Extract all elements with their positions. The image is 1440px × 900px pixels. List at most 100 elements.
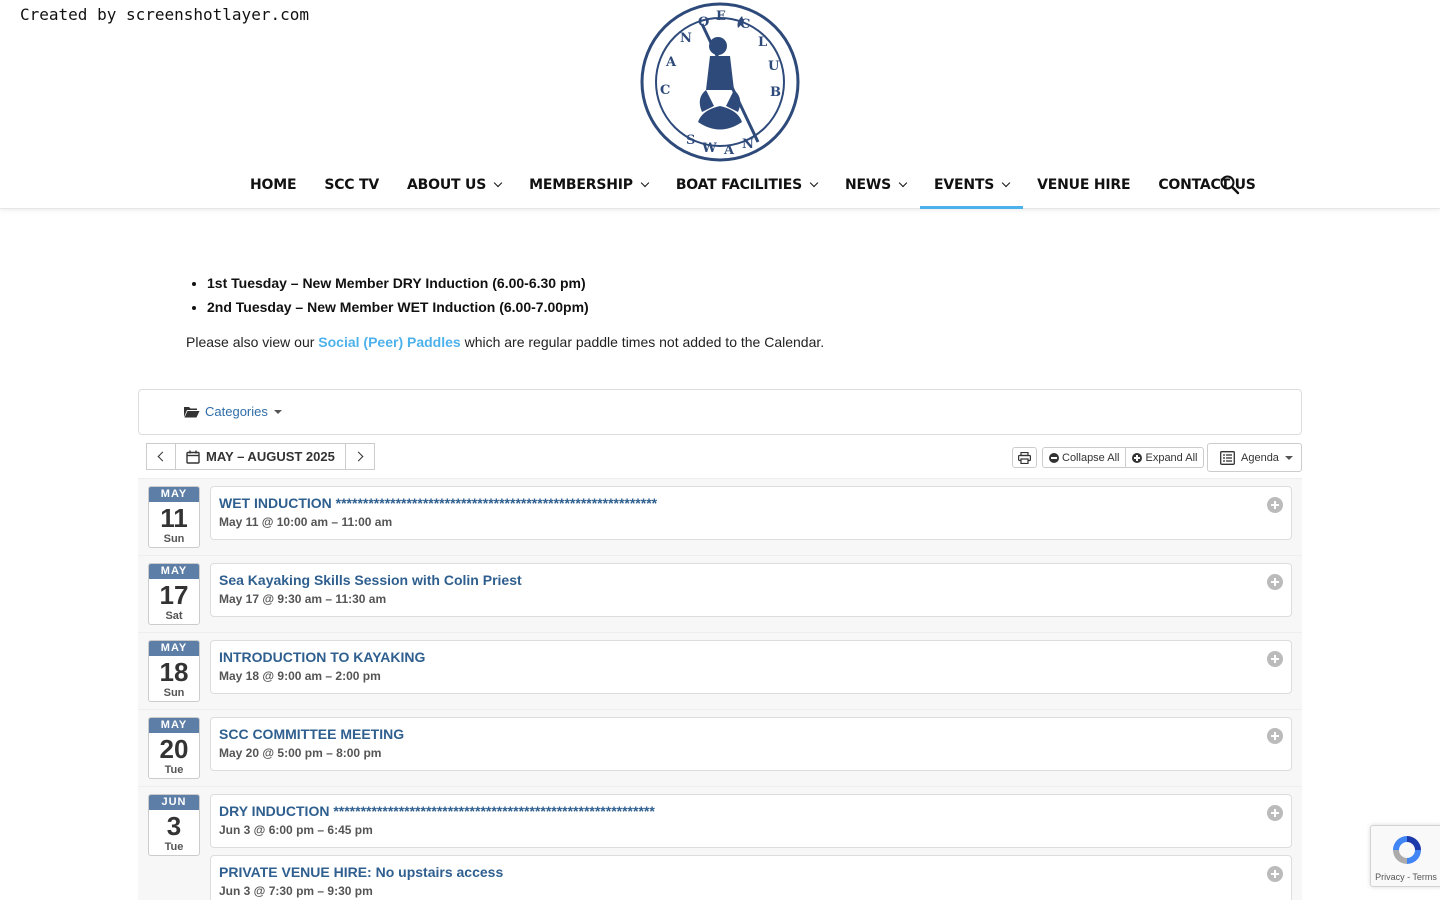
agenda-day: MAY 20 Tue SCC COMMITTEE MEETING May 20 … <box>138 709 1302 786</box>
agenda-day: MAY 17 Sat Sea Kayaking Skills Session w… <box>138 555 1302 632</box>
svg-text:C: C <box>660 83 670 98</box>
date-month: MAY <box>149 718 199 733</box>
event-card[interactable]: Sea Kayaking Skills Session with Colin P… <box>210 563 1292 617</box>
event-time: May 18 @ 9:00 am – 2:00 pm <box>219 669 381 683</box>
svg-text:N: N <box>742 137 754 152</box>
date-badge: MAY 20 Tue <box>148 717 200 779</box>
event-card[interactable]: PRIVATE VENUE HIRE: No upstairs access J… <box>210 855 1292 900</box>
expand-event-icon[interactable] <box>1267 805 1283 821</box>
event-title[interactable]: PRIVATE VENUE HIRE: No upstairs access <box>219 864 503 880</box>
recaptcha-badge[interactable]: Privacy - Terms <box>1370 825 1440 887</box>
event-title[interactable]: SCC COMMITTEE MEETING <box>219 726 404 742</box>
expand-event-icon[interactable] <box>1267 728 1283 744</box>
prev-range-button[interactable] <box>146 443 176 470</box>
event-time: May 17 @ 9:30 am – 11:30 am <box>219 592 387 606</box>
next-range-button[interactable] <box>344 443 375 470</box>
calendar-nav: MAY – AUGUST 2025 <box>146 443 375 470</box>
agenda-day: JUN 3 Tue DRY INDUCTION ****************… <box>138 786 1302 900</box>
date-day: 20 <box>159 734 189 764</box>
calendar-icon <box>186 450 200 464</box>
watermark-text: Created by screenshotlayer.com <box>20 5 309 24</box>
event-title[interactable]: INTRODUCTION TO KAYAKING <box>219 649 425 665</box>
induction-list: 1st Tuesday – New Member DRY Induction (… <box>207 274 589 322</box>
event-title[interactable]: WET INDUCTION **************************… <box>219 495 657 511</box>
club-logo[interactable]: C A N O E C L U B S W A N <box>640 2 800 162</box>
svg-text:O: O <box>698 15 709 30</box>
svg-text:N: N <box>680 31 692 46</box>
logo-emblem-icon: C A N O E C L U B S W A N <box>640 2 800 162</box>
minus-circle-icon <box>1049 452 1059 463</box>
date-month: MAY <box>149 641 199 656</box>
expand-event-icon[interactable] <box>1267 866 1283 882</box>
date-weekday: Sun <box>163 687 185 699</box>
search-icon[interactable] <box>1219 174 1241 196</box>
plus-circle-icon <box>1132 452 1143 463</box>
induction-item: 2nd Tuesday – New Member WET Induction (… <box>207 298 589 322</box>
date-day: 17 <box>159 580 189 610</box>
nav-scc-tv[interactable]: SCC TV <box>310 160 393 209</box>
agenda-view-icon <box>1220 450 1235 465</box>
date-badge: MAY 18 Sun <box>148 640 200 702</box>
agenda-day: MAY 11 Sun WET INDUCTION ***************… <box>138 478 1302 555</box>
date-range-picker[interactable]: MAY – AUGUST 2025 <box>176 443 345 470</box>
nav-venue-hire[interactable]: VENUE HIRE <box>1023 160 1144 209</box>
chevron-down-icon <box>493 178 503 187</box>
event-time: Jun 3 @ 7:30 pm – 9:30 pm <box>219 884 373 898</box>
expand-all-button[interactable]: Expand All <box>1126 447 1205 468</box>
nav-about-us-label: ABOUT US <box>407 176 487 193</box>
event-title[interactable]: DRY INDUCTION **************************… <box>219 803 655 819</box>
nav-membership[interactable]: MEMBERSHIP <box>515 160 662 209</box>
expand-event-icon[interactable] <box>1267 497 1283 513</box>
nav-news-label: NEWS <box>845 176 892 193</box>
date-weekday: Sat <box>165 610 183 622</box>
chevron-right-icon <box>353 451 364 462</box>
nav-home[interactable]: HOME <box>236 160 310 209</box>
nav-venue-hire-label: VENUE HIRE <box>1037 176 1131 193</box>
recaptcha-terms[interactable]: Privacy - Terms <box>1371 872 1440 882</box>
nav-boat-facilities[interactable]: BOAT FACILITIES <box>662 160 831 209</box>
categories-label: Categories <box>205 404 268 419</box>
event-card[interactable]: INTRODUCTION TO KAYAKING May 18 @ 9:00 a… <box>210 640 1292 694</box>
date-month: MAY <box>149 487 199 502</box>
note-text-after: which are regular paddle times not added… <box>460 334 825 350</box>
main-navbar: HOME SCC TV ABOUT US MEMBERSHIP BOAT FAC… <box>0 160 1440 209</box>
social-paddles-link[interactable]: Social (Peer) Paddles <box>318 334 460 350</box>
date-range-label: MAY – AUGUST 2025 <box>206 449 335 464</box>
categories-bar: Categories <box>138 389 1302 435</box>
chevron-down-icon <box>898 178 908 187</box>
nav-news[interactable]: NEWS <box>831 160 920 209</box>
chevron-down-icon <box>809 178 819 187</box>
social-paddles-note: Please also view our Social (Peer) Paddl… <box>186 334 824 350</box>
date-badge: JUN 3 Tue <box>148 794 200 856</box>
collapse-all-button[interactable]: Collapse All <box>1042 447 1127 468</box>
note-text-before: Please also view our <box>186 334 319 350</box>
date-weekday: Sun <box>163 533 185 545</box>
nav-about-us[interactable]: ABOUT US <box>393 160 515 209</box>
event-time: May 20 @ 5:00 pm – 8:00 pm <box>219 746 382 760</box>
expand-event-icon[interactable] <box>1267 651 1283 667</box>
svg-text:E: E <box>716 9 726 24</box>
nav-events[interactable]: EVENTS <box>920 160 1024 209</box>
event-card[interactable]: WET INDUCTION **************************… <box>210 486 1292 540</box>
caret-down-icon <box>1284 455 1293 460</box>
nav-contact-us[interactable]: CONTACT US <box>1144 160 1269 209</box>
view-switcher-dropdown[interactable]: Agenda <box>1207 443 1302 472</box>
date-month: JUN <box>149 795 199 810</box>
event-card[interactable]: DRY INDUCTION **************************… <box>210 794 1292 848</box>
print-button[interactable] <box>1012 447 1037 468</box>
event-time: Jun 3 @ 6:00 pm – 6:45 pm <box>219 823 373 837</box>
date-weekday: Tue <box>164 764 184 776</box>
chevron-down-icon <box>1001 178 1011 187</box>
date-month: MAY <box>149 564 199 579</box>
expand-event-icon[interactable] <box>1267 574 1283 590</box>
categories-dropdown[interactable]: Categories <box>183 404 282 419</box>
event-title[interactable]: Sea Kayaking Skills Session with Colin P… <box>219 572 522 588</box>
event-card[interactable]: SCC COMMITTEE MEETING May 20 @ 5:00 pm –… <box>210 717 1292 771</box>
caret-down-icon <box>273 409 282 414</box>
nav-events-label: EVENTS <box>934 176 995 193</box>
date-day: 11 <box>160 503 188 533</box>
nav-membership-label: MEMBERSHIP <box>529 176 633 193</box>
nav-scc-tv-label: SCC TV <box>324 176 380 193</box>
svg-text:A: A <box>723 143 735 158</box>
date-day: 3 <box>166 811 182 841</box>
